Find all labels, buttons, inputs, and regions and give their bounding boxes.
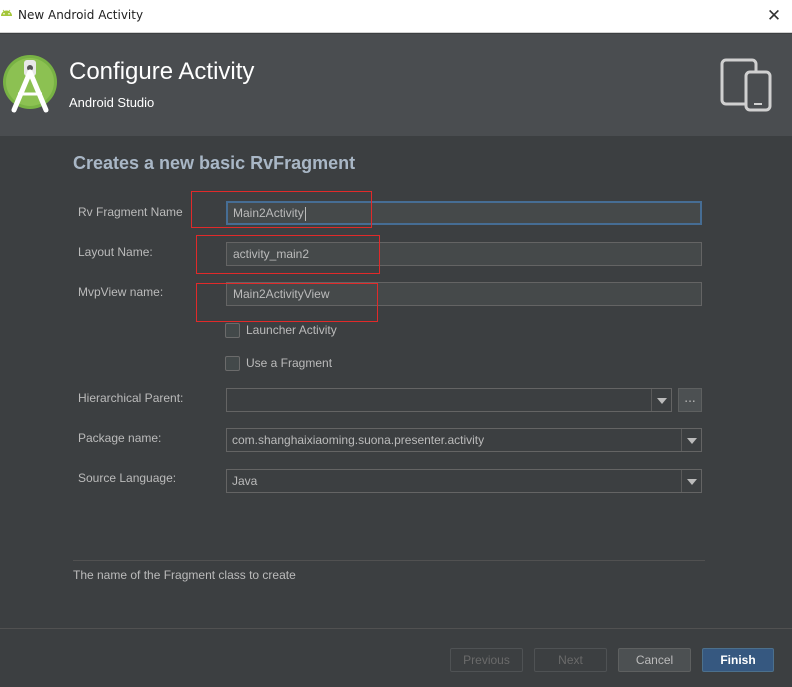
source-language-label: Source Language: xyxy=(78,471,177,485)
page-title: Configure Activity xyxy=(69,58,255,85)
finish-button[interactable]: Finish xyxy=(702,648,774,672)
dropdown-arrow-icon[interactable] xyxy=(681,470,701,492)
window-titlebar: New Android Activity ✕ xyxy=(0,0,792,33)
source-language-value: Java xyxy=(232,474,258,488)
android-icon xyxy=(1,9,12,16)
page-subtitle: Android Studio xyxy=(69,95,155,110)
launcher-activity-option[interactable]: Launcher Activity xyxy=(225,322,337,338)
launcher-activity-label: Launcher Activity xyxy=(246,323,337,337)
previous-button[interactable]: Previous xyxy=(450,648,523,672)
field-hint: The name of the Fragment class to create xyxy=(73,568,296,582)
layout-name-label: Layout Name: xyxy=(78,245,153,259)
hierarchical-parent-combo[interactable] xyxy=(226,388,672,412)
dropdown-arrow-icon[interactable] xyxy=(651,389,671,411)
launcher-activity-checkbox[interactable] xyxy=(225,322,240,338)
android-studio-logo-icon xyxy=(3,55,57,113)
use-fragment-label: Use a Fragment xyxy=(246,356,333,370)
package-name-value: com.shanghaixiaoming.suona.presenter.act… xyxy=(232,433,485,447)
package-name-combo[interactable]: com.shanghaixiaoming.suona.presenter.act… xyxy=(226,428,702,452)
form-section-title: Creates a new basic RvFragment xyxy=(73,153,356,173)
browse-button[interactable]: ... xyxy=(678,388,702,412)
divider xyxy=(0,628,792,629)
mvp-view-name-value: Main2ActivityView xyxy=(233,287,330,301)
fragment-name-value: Main2Activity xyxy=(233,206,304,220)
wizard-header: Configure Activity Android Studio xyxy=(0,34,792,136)
layout-name-input[interactable]: activity_main2 xyxy=(226,242,702,266)
close-icon[interactable]: ✕ xyxy=(764,5,784,27)
text-caret xyxy=(304,206,306,221)
window-title: New Android Activity xyxy=(18,8,144,22)
mvp-view-name-input[interactable]: Main2ActivityView xyxy=(226,282,702,306)
divider xyxy=(73,560,705,561)
fragment-name-input[interactable]: Main2Activity xyxy=(226,201,702,225)
hierarchical-parent-label: Hierarchical Parent: xyxy=(78,391,184,405)
dropdown-arrow-icon[interactable] xyxy=(681,429,701,451)
source-language-combo[interactable]: Java xyxy=(226,469,702,493)
use-fragment-checkbox[interactable] xyxy=(225,355,240,371)
use-fragment-option[interactable]: Use a Fragment xyxy=(225,355,332,371)
mvp-view-name-label: MvpView name: xyxy=(78,285,164,299)
layout-name-value: activity_main2 xyxy=(233,247,310,261)
next-button[interactable]: Next xyxy=(534,648,607,672)
package-name-label: Package name: xyxy=(78,431,162,445)
cancel-button[interactable]: Cancel xyxy=(618,648,691,672)
devices-icon xyxy=(720,58,772,112)
fragment-name-label: Rv Fragment Name xyxy=(78,205,183,219)
